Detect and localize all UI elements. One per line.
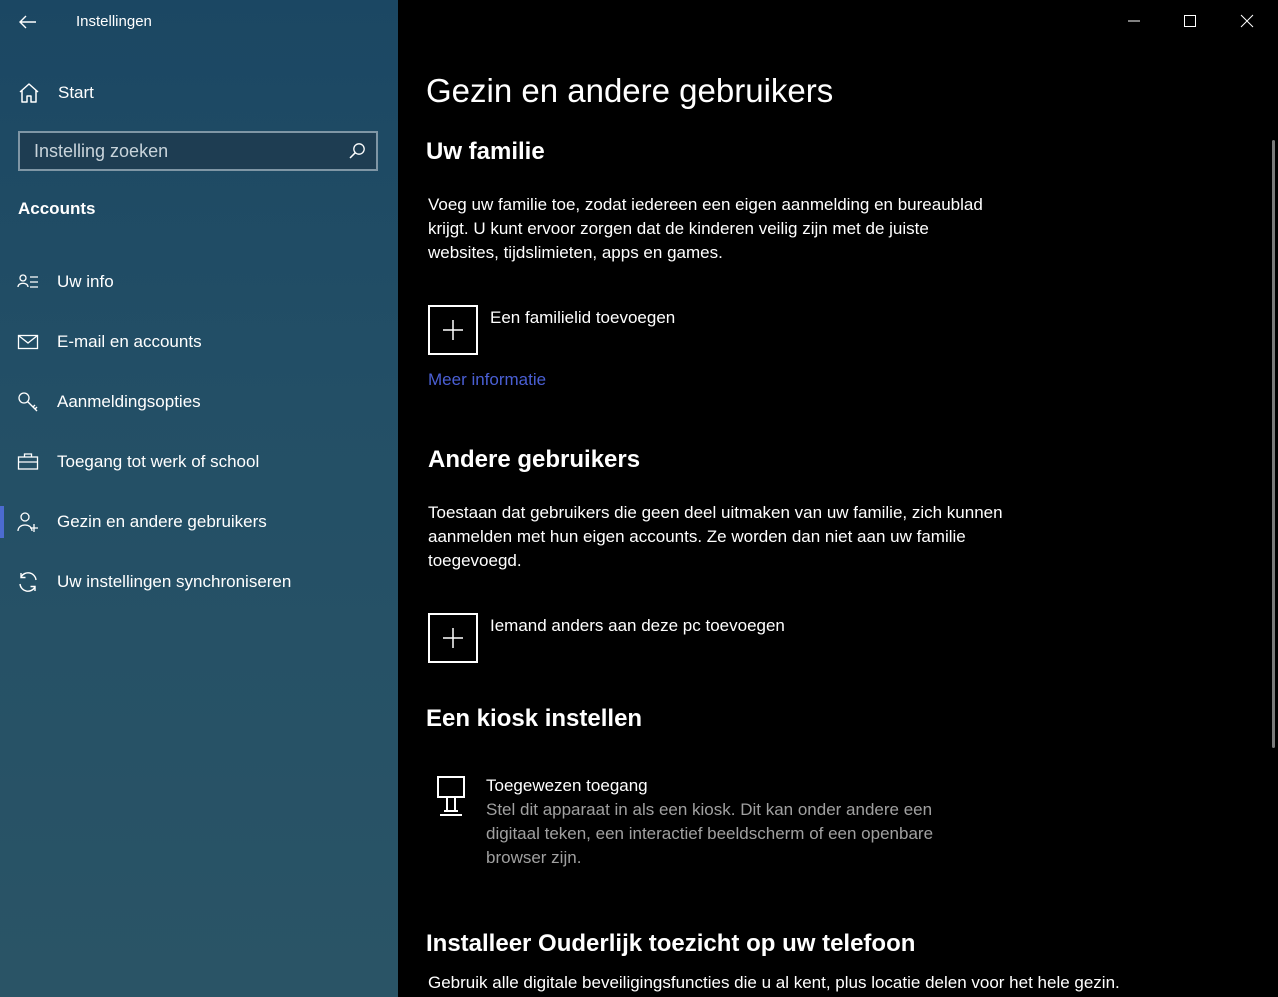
- plus-icon: [443, 628, 463, 648]
- app-title: Instellingen: [76, 13, 152, 30]
- sidebar-item-gezin[interactable]: Gezin en andere gebruikers: [0, 498, 398, 546]
- maximize-button[interactable]: [1163, 0, 1219, 42]
- sidebar-item-label: Gezin en andere gebruikers: [57, 512, 267, 531]
- sidebar-item-start[interactable]: Start: [0, 72, 398, 114]
- sidebar-item-label: E-mail en accounts: [57, 332, 202, 351]
- family-description: Voeg uw familie toe, zodat iedereen een …: [428, 195, 983, 262]
- sync-icon: [19, 572, 37, 592]
- mail-icon: [17, 334, 39, 350]
- parental-heading: Installeer Ouderlijk toezicht op uw tele…: [426, 930, 916, 957]
- sidebar-item-synchroniseren[interactable]: Uw instellingen synchroniseren: [0, 558, 398, 606]
- assigned-access-item[interactable]: Toegewezen toegang Stel dit apparaat in …: [434, 773, 994, 873]
- close-icon: [1240, 14, 1254, 28]
- search-box: [18, 131, 378, 171]
- kiosk-heading: Een kiosk instellen: [426, 705, 643, 732]
- back-button[interactable]: [14, 8, 42, 36]
- search-icon[interactable]: [348, 142, 366, 160]
- add-other-user-button[interactable]: Iemand anders aan deze pc toevoegen: [428, 613, 928, 663]
- assigned-access-title: Toegewezen toegang: [486, 776, 648, 795]
- close-button[interactable]: [1220, 0, 1276, 42]
- sidebar-item-label: Uw instellingen synchroniseren: [57, 572, 292, 591]
- sidebar-item-label: Start: [58, 83, 94, 102]
- sidebar-item-aanmeldingsopties[interactable]: Aanmeldingsopties: [0, 378, 398, 426]
- add-family-member-button[interactable]: Een familielid toevoegen: [428, 305, 928, 355]
- add-family-member-label: Een familielid toevoegen: [490, 308, 676, 327]
- add-icon-box: [428, 613, 478, 663]
- key-icon: [18, 392, 38, 412]
- sidebar-item-uw-info[interactable]: Uw info: [0, 258, 398, 306]
- scrollbar[interactable]: [1272, 140, 1275, 748]
- main-content: Gezin en andere gebruikers Uw familie Vo…: [398, 0, 1278, 997]
- active-indicator: [0, 506, 4, 538]
- briefcase-icon: [17, 453, 39, 470]
- sidebar-item-werk-of-school[interactable]: Toegang tot werk of school: [0, 438, 398, 486]
- sidebar-item-label: Aanmeldingsopties: [57, 392, 201, 411]
- add-icon-box: [428, 305, 478, 355]
- family-icon: [17, 512, 38, 532]
- more-info-link[interactable]: Meer informatie: [428, 370, 546, 390]
- sidebar-item-email[interactable]: E-mail en accounts: [0, 318, 398, 366]
- section-heading: Accounts: [18, 199, 96, 218]
- plus-icon: [443, 320, 463, 340]
- user-info-icon: [17, 274, 38, 288]
- kiosk-icon: [437, 776, 465, 816]
- parental-description: Gebruik alle digitale beveiligingsfuncti…: [428, 973, 1120, 992]
- sidebar-item-label: Uw info: [57, 272, 114, 291]
- home-icon: [19, 83, 39, 103]
- other-users-description: Toestaan dat gebruikers die geen deel ui…: [428, 503, 1003, 570]
- other-users-heading: Andere gebruikers: [428, 446, 641, 473]
- page-title: Gezin en andere gebruikers: [426, 72, 834, 109]
- search-input[interactable]: [20, 133, 340, 169]
- sidebar-item-label: Toegang tot werk of school: [57, 452, 260, 471]
- family-heading: Uw familie: [426, 138, 545, 165]
- back-arrow-icon: [19, 15, 36, 29]
- minimize-button[interactable]: [1107, 0, 1163, 42]
- add-other-user-label: Iemand anders aan deze pc toevoegen: [490, 616, 785, 635]
- maximize-icon: [1184, 15, 1196, 27]
- sidebar: Instellingen Start Accounts Uw info E-ma…: [0, 0, 398, 997]
- assigned-access-description: Stel dit apparaat in als een kiosk. Dit …: [486, 800, 934, 867]
- minimize-icon: [1128, 20, 1140, 22]
